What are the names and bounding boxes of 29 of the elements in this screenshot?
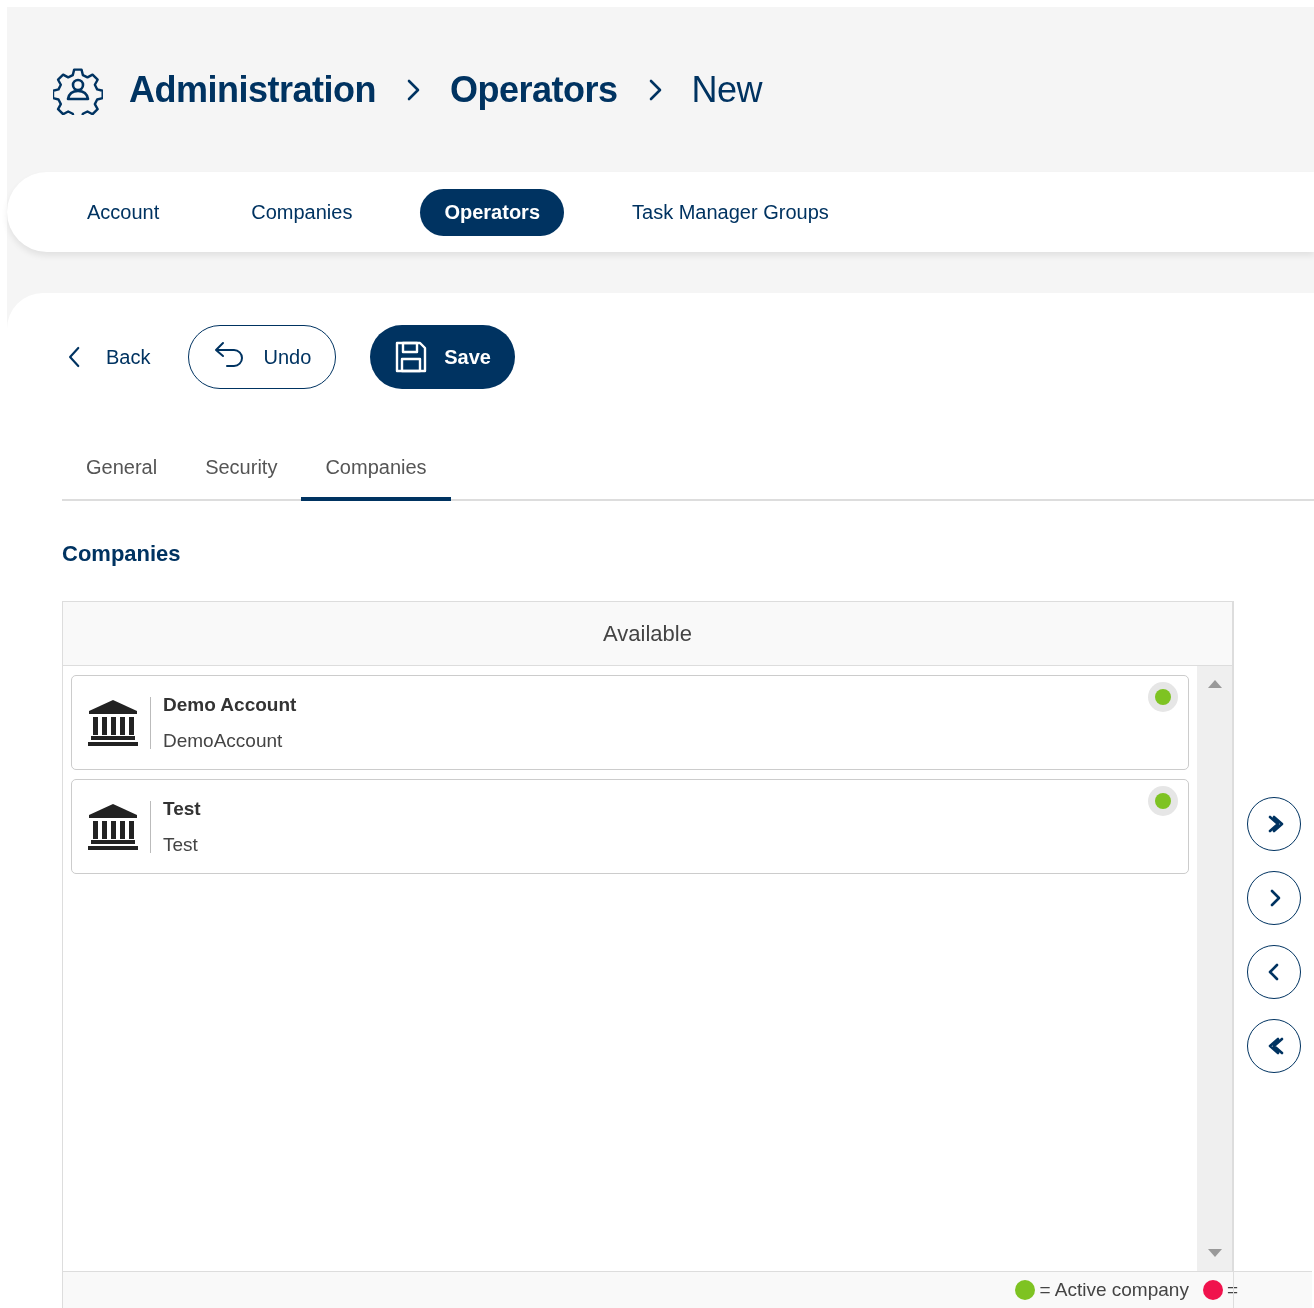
nav-tab[interactable]: Companies [227, 188, 377, 236]
save-icon [394, 340, 429, 374]
company-code: DemoAccount [163, 729, 284, 752]
company-name: Test [163, 797, 201, 820]
form-tab[interactable]: Companies [301, 437, 451, 501]
breadcrumb-item: New [691, 68, 763, 111]
company-name: Demo Account [163, 693, 297, 716]
undo-button[interactable]: Undo [188, 325, 337, 389]
company-item[interactable]: Demo Account DemoAccount [71, 675, 1189, 770]
transfer-button[interactable] [1247, 797, 1301, 851]
nav-tab[interactable]: Task Manager Groups [608, 188, 853, 236]
bank-icon [88, 699, 138, 746]
legend-label: = Active company [1039, 1279, 1189, 1301]
section-title: Companies [62, 541, 182, 567]
back-button[interactable]: Back [62, 340, 155, 374]
bank-icon [88, 803, 138, 850]
transfer-button[interactable] [1247, 871, 1301, 925]
save-button[interactable]: Save [370, 325, 515, 389]
company-item[interactable]: Test Test [71, 779, 1189, 874]
form-tab[interactable]: Security [181, 437, 302, 501]
transfer-button[interactable] [1247, 945, 1301, 999]
form-tab[interactable]: General [62, 437, 182, 501]
breadcrumb-item[interactable]: Administration [129, 68, 376, 111]
transfer-button[interactable] [1247, 1019, 1301, 1073]
nav-tab[interactable]: Account [63, 188, 184, 236]
list-header: Available [63, 602, 1232, 666]
company-code: Test [163, 833, 199, 856]
nav-tab[interactable]: Operators [420, 188, 565, 236]
breadcrumb-item[interactable]: Operators [450, 68, 618, 111]
